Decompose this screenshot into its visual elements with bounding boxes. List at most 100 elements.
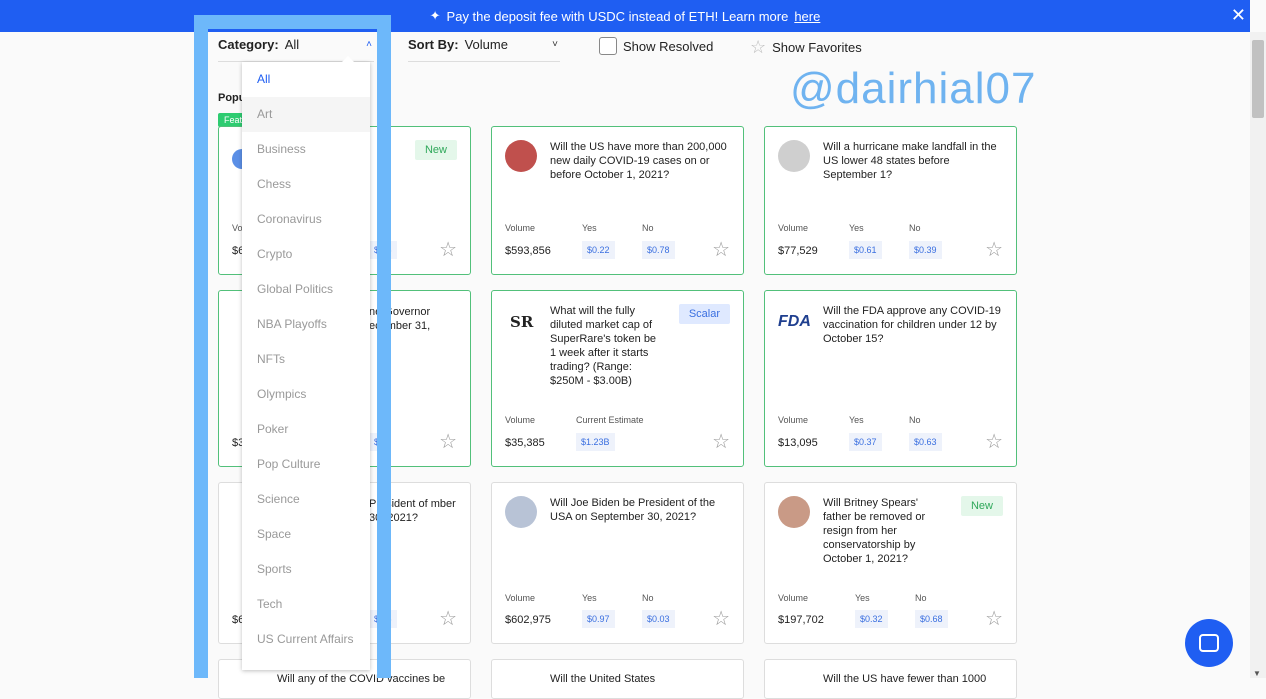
market-card[interactable]: Will the United States <box>491 659 744 699</box>
menu-item-poker[interactable]: Poker <box>242 412 370 447</box>
yes-label: Yes <box>582 593 597 603</box>
yes-price[interactable]: $0.37 <box>849 433 882 451</box>
no-price[interactable]: $0.78 <box>642 241 675 259</box>
market-question: Will Britney Spears' father be removed o… <box>823 497 926 565</box>
menu-item-science[interactable]: Science <box>242 482 370 517</box>
market-question: Will the US have fewer than 1000 <box>823 673 987 685</box>
menu-item-us-current-affairs[interactable]: US Current Affairs <box>242 622 370 657</box>
volume-label: Volume <box>505 415 536 425</box>
superrare-logo: SR <box>510 313 534 331</box>
menu-item-chess[interactable]: Chess <box>242 167 370 202</box>
market-card[interactable]: Will the US have fewer than 1000 <box>764 659 1017 699</box>
banner-link[interactable]: here <box>794 9 820 24</box>
market-card[interactable]: Will the US have more than 200,000 new d… <box>491 126 744 275</box>
sort-dropdown[interactable]: Sort By: Volume ˅ <box>408 37 560 62</box>
favorite-star-icon[interactable]: ☆ <box>985 237 1003 262</box>
star-icon[interactable]: ☆ <box>750 37 766 58</box>
volume-value: $13,095 <box>778 437 818 449</box>
favorite-star-icon[interactable]: ☆ <box>985 606 1003 631</box>
market-card[interactable]: Will Joe Biden be President of the USA o… <box>491 482 744 644</box>
no-label: No <box>909 415 921 425</box>
category-menu[interactable]: All Art Business Chess Coronavirus Crypt… <box>242 56 370 670</box>
no-price[interactable]: $0.63 <box>909 433 942 451</box>
sort-value: Volume <box>464 37 508 52</box>
menu-item-olympics[interactable]: Olympics <box>242 377 370 412</box>
favorite-star-icon[interactable]: ☆ <box>439 606 457 631</box>
menu-item-sports[interactable]: Sports <box>242 552 370 587</box>
promo-banner: ✦ Pay the deposit fee with USDC instead … <box>0 0 1250 32</box>
market-question: What will the fully diluted market cap o… <box>550 305 657 387</box>
volume-label: Volume <box>505 593 536 603</box>
volume-label: Volume <box>778 593 809 603</box>
wand-icon: ✦ <box>429 8 441 23</box>
show-favorites-label: Show Favorites <box>772 40 862 55</box>
scrollbar[interactable]: ▼ <box>1250 32 1266 678</box>
menu-item-all[interactable]: All <box>242 62 370 97</box>
volume-label: Volume <box>778 415 809 425</box>
market-question: Will Joe Biden be President of the USA o… <box>550 497 716 523</box>
menu-item-space[interactable]: Space <box>242 517 370 552</box>
menu-item-crypto[interactable]: Crypto <box>242 237 370 272</box>
yes-price[interactable]: $0.61 <box>849 241 882 259</box>
favorite-star-icon[interactable]: ☆ <box>439 237 457 262</box>
volume-value: $602,975 <box>505 614 551 626</box>
yes-label: Yes <box>849 223 864 233</box>
market-card[interactable]: SR What will the fully diluted market ca… <box>491 290 744 467</box>
close-icon[interactable]: ✕ <box>1231 5 1246 26</box>
show-resolved-toggle[interactable]: Show Resolved <box>599 37 713 55</box>
menu-item-tech[interactable]: Tech <box>242 587 370 622</box>
market-question: Will the FDA approve any COVID-19 vaccin… <box>823 305 1001 345</box>
chat-icon <box>1199 634 1219 652</box>
no-price[interactable]: $0.03 <box>642 610 675 628</box>
no-price[interactable]: $0.39 <box>909 241 942 259</box>
menu-item-art[interactable]: Art <box>242 97 370 132</box>
market-question: Will a hurricane make landfall in the US… <box>823 141 997 181</box>
market-question: Will the United States <box>550 673 656 685</box>
fda-logo: FDA <box>778 313 811 330</box>
volume-value: $593,856 <box>505 245 551 257</box>
volume-label: Volume <box>778 223 809 233</box>
volume-value: $35,385 <box>505 437 545 449</box>
chevron-down-icon: ˅ <box>552 39 558 50</box>
scalar-badge: Scalar <box>678 304 730 324</box>
show-resolved-checkbox[interactable] <box>599 37 617 55</box>
favorite-star-icon[interactable]: ☆ <box>712 429 730 454</box>
yes-price[interactable]: $0.97 <box>582 610 615 628</box>
covid-icon <box>505 140 537 172</box>
market-question: Will the US have more than 200,000 new d… <box>550 141 727 181</box>
estimate-label: Current Estimate <box>576 415 644 425</box>
no-label: No <box>642 223 654 233</box>
volume-value: $77,529 <box>778 245 818 257</box>
no-label: No <box>909 223 921 233</box>
favorite-star-icon[interactable]: ☆ <box>712 237 730 262</box>
favorite-star-icon[interactable]: ☆ <box>439 429 457 454</box>
yes-label: Yes <box>849 415 864 425</box>
scrollbar-thumb[interactable] <box>1252 40 1264 118</box>
favorite-star-icon[interactable]: ☆ <box>985 429 1003 454</box>
volume-value: $197,702 <box>778 614 824 626</box>
new-badge: New <box>414 140 457 160</box>
hurricane-icon <box>778 140 810 172</box>
menu-item-nfts[interactable]: NFTs <box>242 342 370 377</box>
britney-avatar <box>778 496 810 528</box>
scroll-down-icon[interactable]: ▼ <box>1253 669 1261 678</box>
menu-item-coronavirus[interactable]: Coronavirus <box>242 202 370 237</box>
yes-price[interactable]: $0.32 <box>855 610 888 628</box>
market-card[interactable]: FDA Will the FDA approve any COVID-19 va… <box>764 290 1017 467</box>
favorite-star-icon[interactable]: ☆ <box>712 606 730 631</box>
show-favorites-toggle[interactable]: ☆ Show Favorites <box>750 37 862 58</box>
menu-item-pop-culture[interactable]: Pop Culture <box>242 447 370 482</box>
market-card[interactable]: Will a hurricane make landfall in the US… <box>764 126 1017 275</box>
menu-item-nba-playoffs[interactable]: NBA Playoffs <box>242 307 370 342</box>
yes-price[interactable]: $0.22 <box>582 241 615 259</box>
menu-item-business[interactable]: Business <box>242 132 370 167</box>
estimate-value[interactable]: $1.23B <box>576 433 615 451</box>
sort-label: Sort By: <box>408 37 459 52</box>
chat-launcher-button[interactable] <box>1185 619 1233 667</box>
banner-text: Pay the deposit fee with USDC instead of… <box>446 8 789 24</box>
market-card[interactable]: Will Britney Spears' father be removed o… <box>764 482 1017 644</box>
biden-avatar <box>505 496 537 528</box>
no-price[interactable]: $0.68 <box>915 610 948 628</box>
menu-item-global-politics[interactable]: Global Politics <box>242 272 370 307</box>
yes-label: Yes <box>582 223 597 233</box>
